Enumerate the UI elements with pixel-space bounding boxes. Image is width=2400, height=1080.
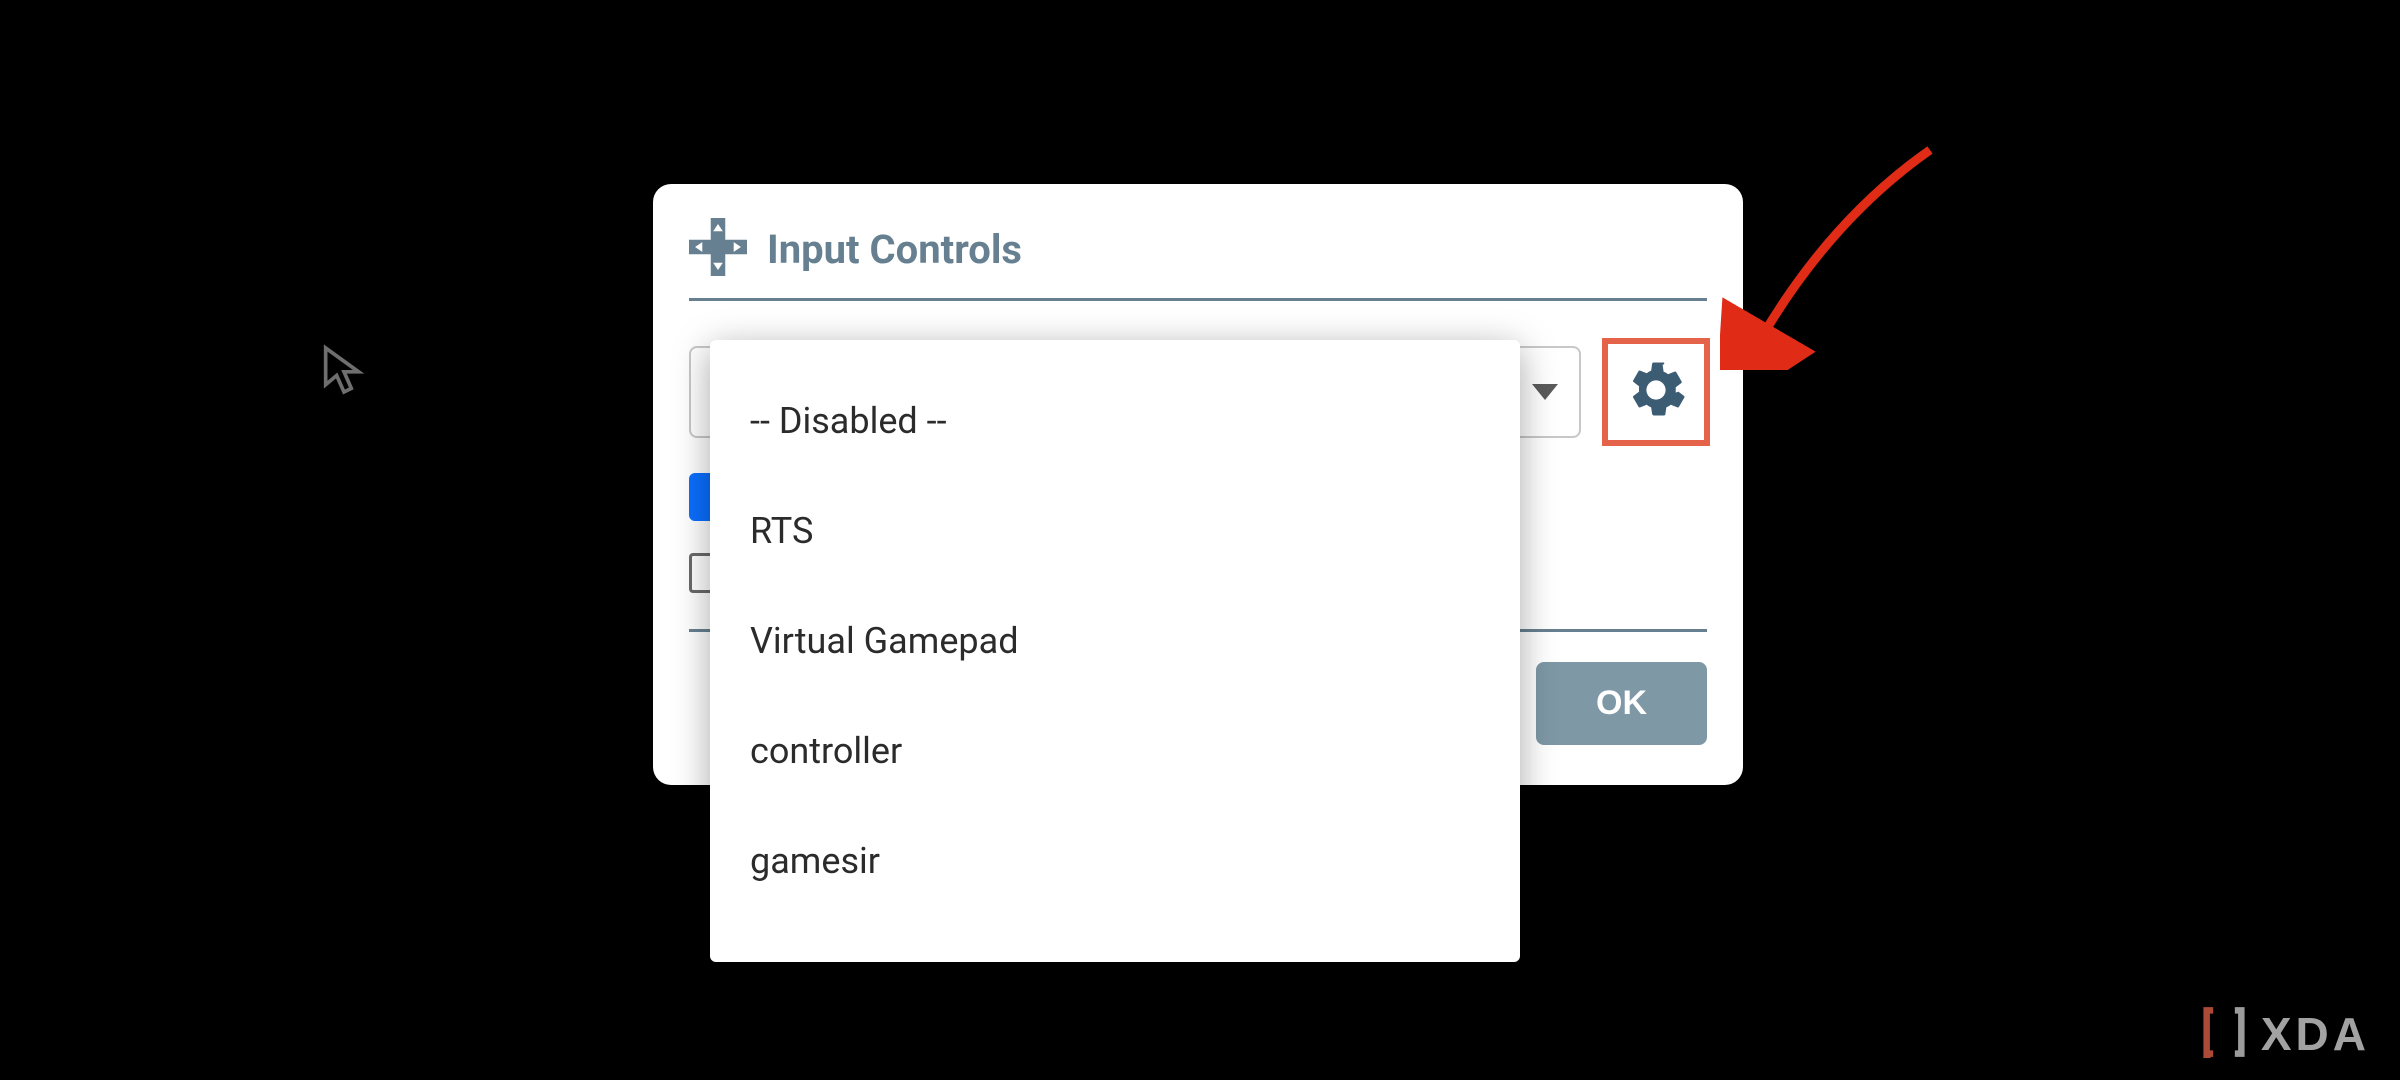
profile-dropdown-menu: -- Disabled -- RTS Virtual Gamepad contr… [710, 340, 1520, 962]
dropdown-item-controller[interactable]: controller [710, 696, 1520, 806]
dpad-icon [689, 218, 747, 280]
annotation-arrow [1720, 130, 1960, 370]
settings-button[interactable] [1605, 341, 1707, 443]
dropdown-item-rts[interactable]: RTS [710, 476, 1520, 586]
dropdown-item-disabled[interactable]: -- Disabled -- [710, 366, 1520, 476]
chevron-down-icon [1532, 384, 1558, 400]
dialog-header: Input Controls [689, 218, 1707, 280]
bracket-icon [2201, 1006, 2247, 1062]
dropdown-item-virtual-gamepad[interactable]: Virtual Gamepad [710, 586, 1520, 696]
ok-button[interactable]: OK [1536, 662, 1707, 745]
dropdown-item-gamesir[interactable]: gamesir [710, 806, 1520, 916]
watermark: XDA [2201, 1006, 2370, 1062]
watermark-text: XDA [2261, 1007, 2370, 1061]
dialog-title: Input Controls [767, 226, 1022, 273]
cursor-icon [322, 344, 366, 396]
divider [689, 298, 1707, 301]
gear-icon [1623, 357, 1689, 427]
